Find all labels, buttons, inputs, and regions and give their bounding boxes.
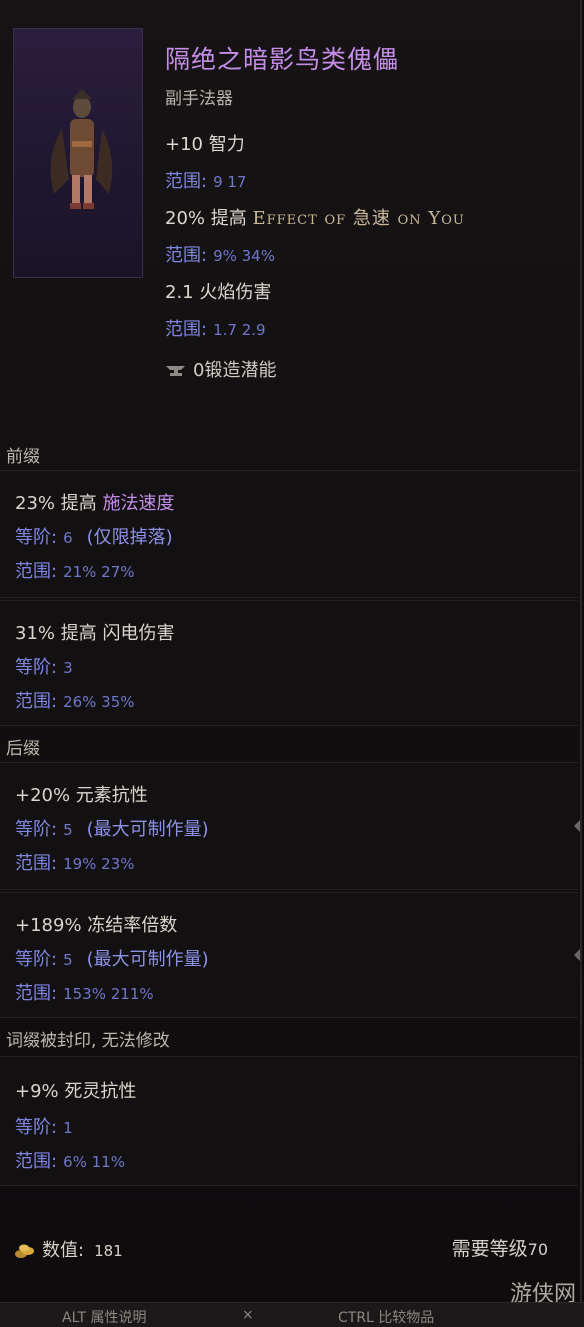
affix-range: 范围: 19% 23% — [15, 849, 135, 875]
tier-value: 5 — [63, 951, 73, 969]
anvil-icon — [166, 366, 185, 376]
tier-value: 3 — [63, 659, 73, 677]
range-values: 1.7 2.9 — [213, 321, 266, 339]
affix-card: 31% 提高 闪电伤害 等阶: 3 范围: 26% 35% — [0, 600, 578, 726]
range-label: 范围: — [15, 561, 58, 582]
scroll-notch-icon — [574, 949, 580, 961]
implicit-stat-range: 范围: 9% 34% — [165, 241, 275, 267]
implicit-stat-range: 范围: 1.7 2.9 — [165, 315, 266, 341]
forge-potential-text: 0锻造潜能 — [193, 360, 277, 381]
tier-value: 1 — [63, 1119, 73, 1137]
tier-label: 等阶: — [15, 819, 58, 840]
implicit-stat-haste-effect: 20% 提高 Effect of 急速 on You — [165, 204, 465, 230]
implicit-stat-fire-damage: 2.1 火焰伤害 — [165, 282, 272, 303]
range-values: 6% 11% — [63, 1153, 125, 1171]
affix-range: 范围: 153% 211% — [15, 979, 154, 1005]
affix-tier: 等阶: 5 (最大可制作量) — [15, 815, 209, 841]
affix-card: 23% 提高 施法速度 等阶: 6 (仅限掉落) 范围: 21% 27% — [0, 470, 578, 598]
tier-label: 等阶: — [15, 527, 58, 548]
tier-label: 等阶: — [15, 949, 58, 970]
range-label: 范围: — [15, 983, 58, 1004]
affix-tier: 等阶: 5 (最大可制作量) — [15, 945, 209, 971]
scroll-notch-icon — [574, 820, 580, 832]
prefix-section-label: 前缀 — [6, 447, 40, 467]
close-icon[interactable]: × — [242, 1307, 254, 1323]
required-level: 需要等级70 — [452, 1234, 548, 1261]
affix-range: 范围: 21% 27% — [15, 557, 135, 583]
suffix-section-label: 后缀 — [6, 739, 40, 759]
affix-tier: 等阶: 3 — [15, 653, 73, 679]
item-value: 数值: 181 — [14, 1236, 123, 1262]
affix-range: 范围: 26% 35% — [15, 687, 135, 713]
affix-text: +9% 死灵抗性 — [15, 1081, 137, 1102]
value-number: 181 — [94, 1242, 123, 1260]
range-label: 范围: — [15, 1151, 58, 1172]
tier-label: 等阶: — [15, 657, 58, 678]
required-level-number: 70 — [527, 1240, 548, 1259]
affix-value-text: 23% 提高 — [15, 493, 103, 514]
required-level-label: 需要等级 — [451, 1238, 528, 1260]
value-label: 数值: — [42, 1240, 85, 1261]
sealed-affix-card: +9% 死灵抗性 等阶: 1 范围: 6% 11% — [0, 1056, 578, 1186]
range-label: 范围: — [165, 319, 208, 340]
bird-puppet-figure-icon — [50, 89, 113, 209]
affix-card: +20% 元素抗性 等阶: 5 (最大可制作量) 范围: 19% 23% — [0, 762, 580, 890]
item-tooltip-panel: 隔绝之暗影鸟类傀儡 副手法器 +10 智力 范围: 9 17 20% 提高 Eff… — [0, 0, 582, 1326]
affix-card: +189% 冻结率倍数 等阶: 5 (最大可制作量) 范围: 153% 211% — [0, 892, 580, 1018]
tier-label: 等阶: — [15, 1117, 58, 1138]
tier-note: (最大可制作量) — [86, 819, 209, 840]
affix-text: 31% 提高 闪电伤害 — [15, 623, 175, 644]
tier-value: 5 — [63, 821, 73, 839]
range-label: 范围: — [165, 171, 208, 192]
range-label: 范围: — [15, 853, 58, 874]
item-portrait — [13, 28, 143, 278]
ctrl-hint[interactable]: CTRL 比较物品 — [338, 1307, 434, 1327]
implicit-stat-intelligence: +10 智力 — [165, 134, 245, 155]
alt-hint[interactable]: ALT 属性说明 — [62, 1307, 146, 1327]
range-values: 9 17 — [213, 173, 247, 191]
affix-text: 23% 提高 施法速度 — [15, 489, 174, 515]
affix-keyword: 施法速度 — [102, 493, 175, 514]
item-type: 副手法器 — [165, 89, 233, 109]
sealed-affix-label: 词缀被封印, 无法修改 — [6, 1031, 170, 1051]
affix-range: 范围: 6% 11% — [15, 1147, 125, 1173]
range-values: 21% 27% — [63, 563, 135, 581]
tier-value: 6 — [63, 529, 73, 547]
implicit-stat-range: 范围: 9 17 — [165, 167, 246, 193]
gold-coins-icon — [15, 1244, 34, 1258]
stat-prefix-text: 20% 提高 — [165, 208, 253, 229]
range-values: 153% 211% — [63, 985, 154, 1003]
range-values: 19% 23% — [63, 855, 135, 873]
stat-keyword-text: Effect of 急速 on You — [252, 208, 465, 229]
keybind-hint-bar: ALT 属性说明 × CTRL 比较物品 — [0, 1302, 584, 1327]
tier-note: (仅限掉落) — [86, 527, 173, 548]
range-label: 范围: — [15, 691, 58, 712]
range-values: 9% 34% — [213, 247, 275, 265]
affix-tier: 等阶: 1 — [15, 1113, 73, 1139]
tier-note: (最大可制作量) — [86, 949, 209, 970]
affix-tier: 等阶: 6 (仅限掉落) — [15, 523, 173, 549]
item-name: 隔绝之暗影鸟类傀儡 — [165, 45, 400, 74]
affix-text: +189% 冻结率倍数 — [15, 915, 178, 936]
range-values: 26% 35% — [63, 693, 135, 711]
range-label: 范围: — [165, 245, 208, 266]
affix-text: +20% 元素抗性 — [15, 785, 148, 806]
forge-potential: 0锻造潜能 — [165, 356, 276, 382]
